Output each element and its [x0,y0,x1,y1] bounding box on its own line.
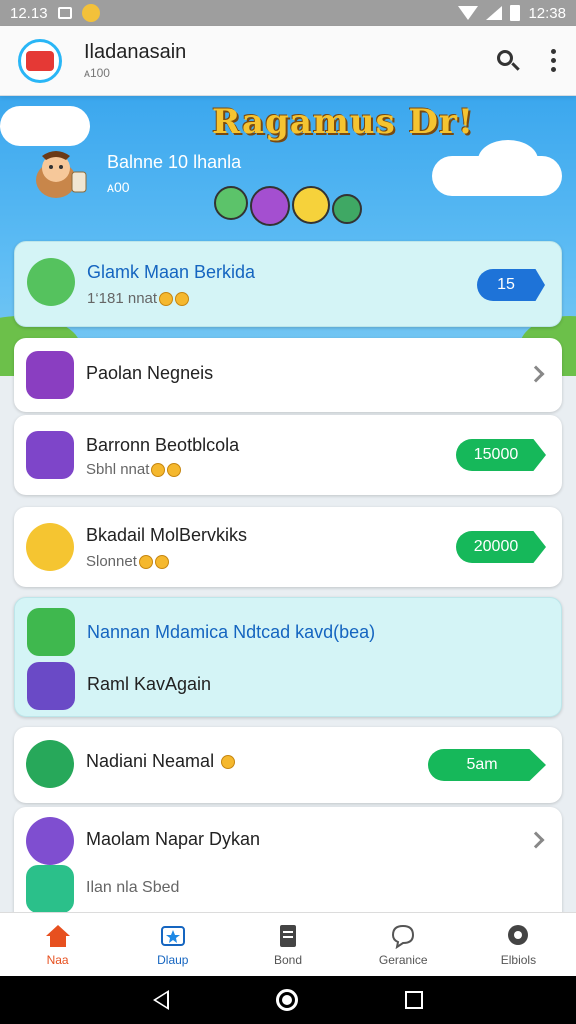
list-item[interactable]: Glamk Maan Berkida 1‘181 nnat 15 [14,241,562,327]
coin-icon [175,292,190,307]
list-item[interactable]: Maolam Napar Dykan Ilan nla Sbed [14,807,562,913]
item-title-text: Nadiani Neamal [86,751,215,771]
status-bar: 12.13 12:38 [0,0,576,26]
nav-label-board: Bond [273,952,303,967]
monster-character-icon [27,662,75,710]
food-item-icon [26,865,74,913]
small-monster-icon [332,194,362,224]
search-icon[interactable] [496,49,520,73]
item-subtitle: Sbhl nnat [86,461,182,478]
app-subtitle: ᴀ100 [84,66,110,80]
item-subtitle: Raml KavAgain [87,674,212,694]
item-subtitle-text: Ilan nla Sbed [86,879,180,896]
item-title: Glamk Maan Berkida [87,262,256,282]
nav-label-discover: Dlaup [157,952,189,967]
document-icon [280,924,296,947]
emoji-icon [81,4,100,22]
app-logo[interactable] [18,38,62,83]
wifi-icon [458,6,479,20]
nav-label-general: Geranice [378,952,428,967]
price-badge[interactable]: 15000 [456,439,546,471]
star-map-icon [160,925,185,946]
chevron-right-icon[interactable] [527,365,545,383]
cloud-decoration [478,140,538,180]
list-item[interactable]: Nannan Mdamica Ndtcad kavd(bea) Raml Kav… [14,597,562,717]
list-item[interactable]: Barronn Beotblcola Sbhl nnat 15000 [14,415,562,495]
app-title: Iladanasain [84,41,187,63]
list-item[interactable]: Paolan Negneis [14,338,562,412]
banner-subtitle: Balnne 10 lhanla [107,152,242,172]
status-time-right: 12:38 [528,4,566,22]
cloud-decoration [0,106,90,146]
warrior-character-icon [26,740,74,788]
bottom-navigation: Naa Dlaup Bond Geranice Elbiols [0,912,576,976]
item-subtitle: Slonnet [86,553,169,570]
nav-discover[interactable]: Dlaup [115,913,230,976]
item-title: Barronn Beotblcola [86,435,240,455]
gallery-icon [57,7,72,19]
item-title: Bkadail MolBervkiks [86,525,248,545]
chevron-right-icon[interactable] [527,831,545,849]
green-monster-icon [214,186,248,220]
item-subtitle-text: Sbhl nnat [86,461,150,478]
item-title: Maolam Napar Dykan [86,829,261,849]
item-title: Nadiani Neamal [86,751,236,772]
banner-title: Ragamus Dr! [212,102,474,142]
system-navigation-bar [0,976,576,1024]
camera-icon [508,924,529,945]
recent-apps-icon[interactable] [404,991,423,1009]
nav-label-home: Naa [46,952,69,967]
coin-icon [138,555,153,570]
coin-icon [159,292,174,307]
item-subtitle: 1‘181 nnat [87,290,190,307]
crate-item-icon [27,608,75,656]
bag-item-icon [26,523,74,571]
nav-label-profile: Elbiols [500,952,537,967]
frog-character-icon [27,258,75,306]
price-badge[interactable]: 5am [428,749,546,781]
status-time-left: 12.13 [10,4,48,22]
coin-icon [167,463,182,478]
yellow-monster-icon [292,186,330,224]
item-subtitle-text: Slonnet [86,553,137,570]
signal-icon [486,6,503,20]
robot-character-icon [26,431,74,479]
item-title: Paolan Negneis [86,363,214,383]
price-badge[interactable]: 20000 [456,531,546,563]
item-title: Nannan Mdamica Ndtcad kavd(bea) [87,622,376,642]
hero-character-icon [26,351,74,399]
monster-group [214,186,362,226]
hero-banner[interactable]: Ragamus Dr! Balnne 10 lhanla ᴀ00 [0,96,576,376]
character-icon [36,151,87,198]
list-item[interactable]: Nadiani Neamal 5am [14,727,562,803]
coin-icon [154,555,169,570]
back-icon[interactable] [153,990,170,1010]
home-icon [45,924,70,947]
coin-icon [221,755,236,770]
price-badge[interactable]: 15 [477,269,545,301]
purple-monster-icon [250,186,290,226]
list-item[interactable]: Bkadail MolBervkiks Slonnet 20000 [14,507,562,587]
nav-general[interactable]: Geranice [346,913,461,976]
badge-item-icon [26,817,74,865]
chat-bubble-icon [392,924,415,949]
item-subtitle-text: 1‘181 nnat [87,290,158,307]
nav-profile[interactable]: Elbiols [461,913,576,976]
banner-count: ᴀ00 [107,179,130,195]
coin-icon [151,463,166,478]
home-circle-icon[interactable] [275,989,298,1011]
more-options-icon[interactable] [548,49,558,72]
nav-board[interactable]: Bond [230,913,345,976]
nav-home[interactable]: Naa [0,913,115,976]
item-subtitle: Ilan nla Sbed [86,879,179,897]
battery-icon [510,5,521,21]
app-bar: Iladanasain ᴀ100 [0,26,576,96]
